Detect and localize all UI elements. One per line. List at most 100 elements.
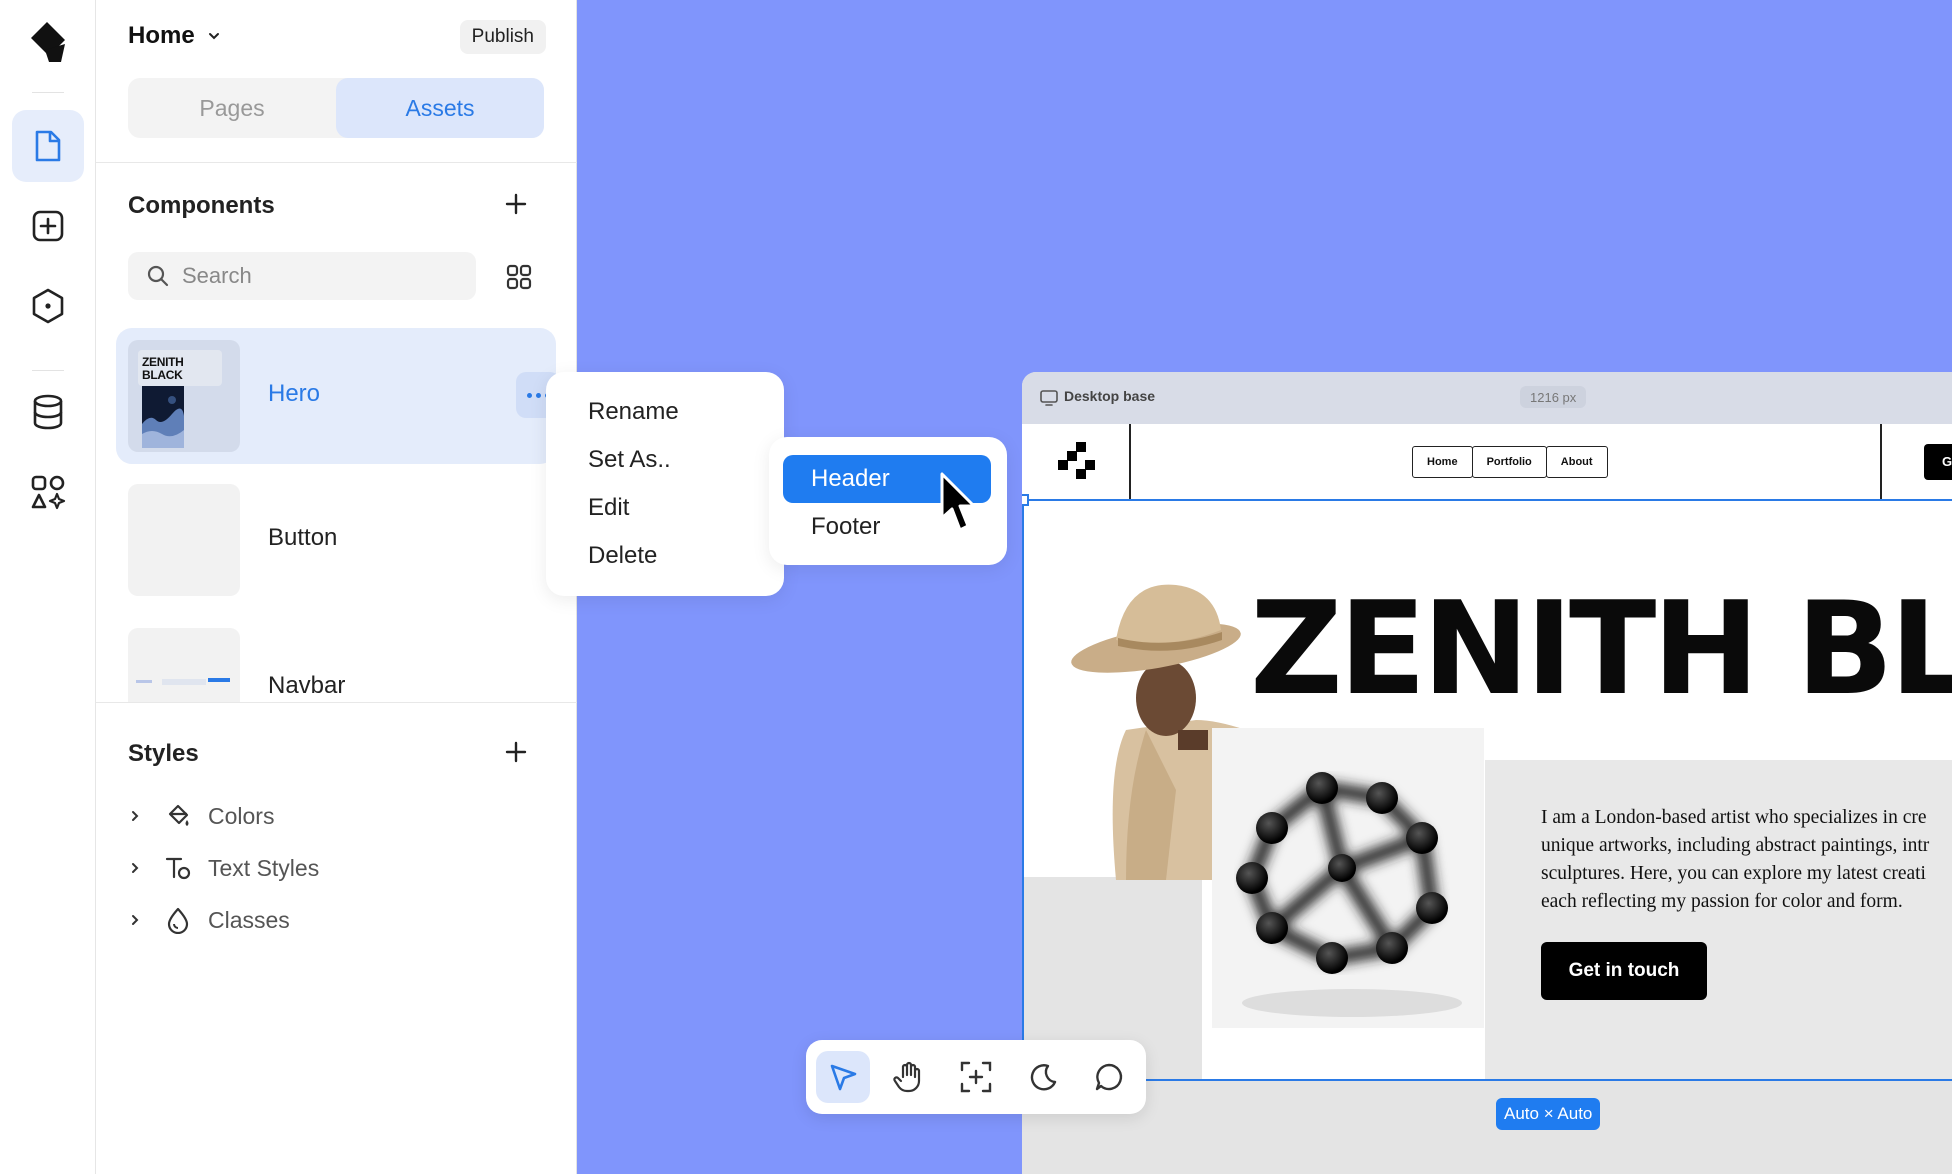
nav-links: Home Portfolio About — [1412, 446, 1608, 478]
tool-comment-button[interactable] — [1082, 1051, 1136, 1103]
thumb-nav-logo — [136, 680, 152, 683]
page-title: Home — [128, 22, 195, 49]
component-item-hero[interactable]: ZENITH BLACK Hero — [116, 328, 560, 464]
grid-view-icon[interactable] — [506, 264, 532, 290]
size-badge: Auto × Auto — [1496, 1098, 1601, 1130]
hero-text-line: unique artworks, including abstract pain… — [1541, 835, 1930, 856]
nav-divider — [1880, 424, 1882, 500]
style-row-colors[interactable]: Colors — [128, 802, 274, 830]
thumb-nav-cta — [208, 678, 230, 682]
chevron-right-icon — [132, 863, 139, 873]
apps-icon — [31, 475, 66, 510]
tool-dark-mode-button[interactable] — [1016, 1051, 1070, 1103]
rail-add-button[interactable] — [12, 190, 84, 262]
hand-icon — [893, 1061, 921, 1093]
menu-item-set-as[interactable]: Set As.. — [588, 446, 671, 474]
component-name: Navbar — [268, 672, 346, 699]
frame-label: Desktop base — [1064, 388, 1156, 404]
frame-header: Desktop base 1216 px — [1022, 372, 1952, 424]
thumb-nav-links — [162, 679, 206, 685]
component-item-button[interactable]: Button — [116, 472, 556, 608]
selection-outline-top — [1022, 499, 1952, 501]
component-item-navbar[interactable]: Navbar — [116, 616, 556, 702]
nav-link-about[interactable]: About — [1545, 446, 1608, 478]
divider — [96, 702, 577, 703]
component-thumbnail — [128, 484, 240, 596]
moon-icon — [1030, 1064, 1057, 1091]
nav-divider — [1129, 424, 1131, 500]
logo-icon[interactable] — [27, 18, 69, 64]
canvas-toolbar — [806, 1040, 1146, 1114]
style-row-text-styles[interactable]: Text Styles — [128, 854, 319, 882]
selection-outline-bottom — [1022, 1079, 1952, 1081]
thumb-title: ZENITH BLACK — [142, 355, 184, 382]
page-switcher[interactable]: Home — [128, 22, 221, 50]
publish-button[interactable]: Publish — [459, 20, 546, 54]
hexagon-icon — [32, 288, 64, 324]
pointer-icon — [830, 1064, 857, 1091]
rail-pages-button[interactable] — [12, 110, 84, 182]
add-component-icon[interactable] — [504, 192, 528, 216]
chevron-right-icon — [132, 915, 139, 925]
search-input[interactable] — [182, 263, 442, 289]
tool-select-button[interactable] — [816, 1051, 870, 1103]
hero-text-line: I am a London-based artist who specializ… — [1541, 807, 1927, 828]
preview-navbar[interactable]: Home Portfolio About G — [1022, 424, 1952, 500]
rail-divider — [32, 92, 64, 93]
rail-cms-button[interactable] — [12, 376, 84, 448]
component-thumbnail: ZENITH BLACK — [128, 340, 240, 452]
add-square-icon — [32, 210, 64, 242]
assets-sidebar: Home Publish Pages Assets Components ZEN… — [96, 0, 577, 1174]
divider — [96, 162, 577, 163]
style-label: Classes — [208, 906, 290, 933]
site-logo-icon — [1058, 442, 1095, 479]
mouse-cursor-icon — [940, 472, 976, 532]
context-menu: Rename Set As.. Edit Delete — [546, 372, 784, 596]
get-in-touch-button[interactable]: Get in touch — [1541, 942, 1707, 1000]
database-icon — [33, 394, 63, 430]
drop-icon — [164, 906, 192, 934]
page-icon — [35, 130, 61, 162]
paint-bucket-icon — [164, 802, 192, 830]
tab-assets[interactable]: Assets — [336, 78, 544, 138]
chevron-down-icon — [208, 33, 219, 40]
nav-link-home[interactable]: Home — [1412, 446, 1473, 478]
menu-item-edit[interactable]: Edit — [588, 494, 629, 522]
tab-pages[interactable]: Pages — [128, 78, 336, 138]
comment-icon — [1095, 1063, 1123, 1091]
add-style-icon[interactable] — [504, 740, 528, 764]
component-thumbnail — [128, 628, 240, 702]
component-name: Button — [268, 524, 338, 551]
component-name: Hero — [268, 380, 321, 407]
component-list-clip: Navbar — [96, 616, 577, 702]
nav-cta-button[interactable]: G — [1924, 444, 1952, 480]
selection-outline-left — [1022, 499, 1024, 1079]
menu-item-delete[interactable]: Delete — [588, 542, 657, 570]
tool-hand-button[interactable] — [882, 1051, 936, 1103]
sculpture-image — [1212, 728, 1484, 1028]
styles-title: Styles — [128, 740, 199, 767]
style-row-classes[interactable]: Classes — [128, 906, 290, 934]
tool-frame-button[interactable] — [949, 1051, 1003, 1103]
style-label: Text Styles — [208, 854, 320, 881]
canvas-frame[interactable]: Desktop base 1216 px Home Portfolio Abou… — [1022, 372, 1952, 1174]
rail-apps-button[interactable] — [12, 456, 84, 528]
thumb-image — [142, 386, 184, 448]
frame-add-icon — [960, 1061, 992, 1093]
rail-components-button[interactable] — [12, 270, 84, 342]
sidebar-tabs: Pages Assets — [128, 78, 544, 138]
menu-item-rename[interactable]: Rename — [588, 398, 679, 426]
dot — [526, 392, 532, 398]
desktop-icon — [1040, 390, 1058, 406]
rail-divider — [32, 370, 64, 371]
style-label: Colors — [208, 802, 275, 829]
component-search — [128, 252, 476, 300]
resize-handle[interactable] — [1022, 494, 1029, 506]
hero-text-line: sculptures. Here, you can explore my lat… — [1541, 863, 1926, 884]
nav-link-portfolio[interactable]: Portfolio — [1471, 446, 1547, 478]
frame-width: 1216 px — [1520, 386, 1587, 408]
hero-text-line: each reflecting my passion for color and… — [1541, 891, 1903, 912]
text-style-icon — [164, 854, 192, 882]
search-icon — [147, 265, 169, 287]
dot — [535, 392, 541, 398]
